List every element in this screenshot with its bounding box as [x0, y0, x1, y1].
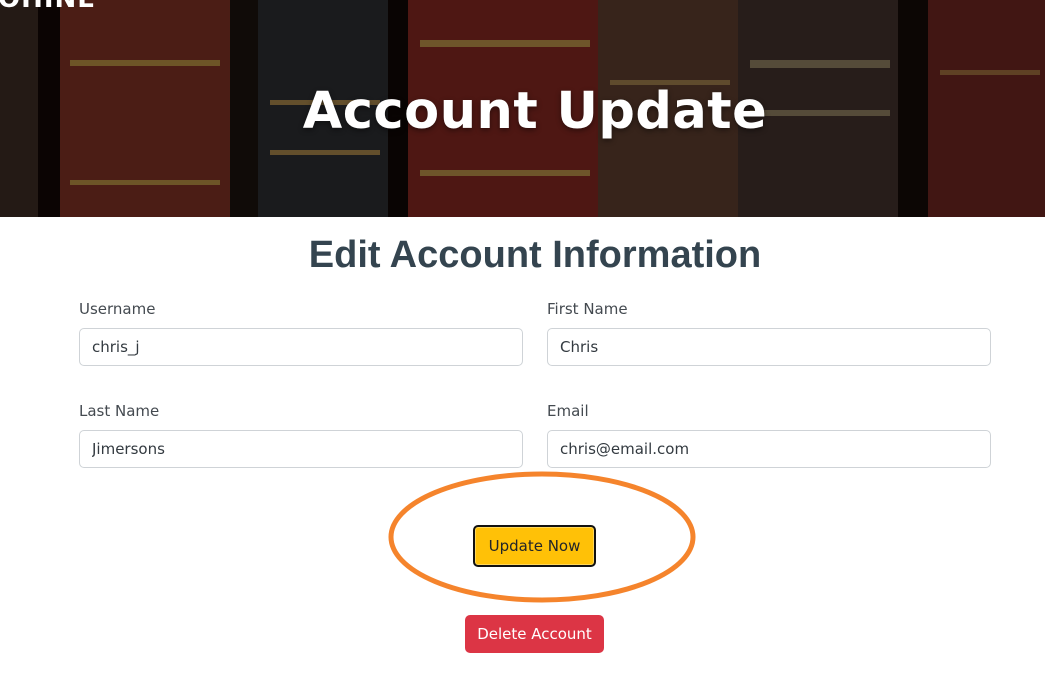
delete-account-button[interactable]: Delete Account [465, 615, 604, 653]
email-label: Email [547, 402, 589, 420]
last-name-label: Last Name [79, 402, 160, 420]
form-title: Edit Account Information [308, 234, 762, 276]
site-logo[interactable]: OHINE [0, 0, 96, 14]
email-input[interactable] [547, 430, 991, 468]
username-input[interactable] [79, 328, 523, 366]
page-title: Account Update [302, 82, 768, 141]
email-field-group: Email [547, 400, 991, 468]
update-now-button[interactable]: Update Now [473, 525, 596, 567]
last-name-field-group: Last Name [79, 400, 523, 468]
first-name-field-group: First Name [547, 298, 991, 366]
first-name-label: First Name [547, 300, 628, 318]
first-name-input[interactable] [547, 328, 991, 366]
last-name-input[interactable] [79, 430, 523, 468]
username-label: Username [79, 300, 156, 318]
hero-banner: OHINE Account Update [0, 0, 1045, 217]
username-field-group: Username [79, 298, 523, 366]
